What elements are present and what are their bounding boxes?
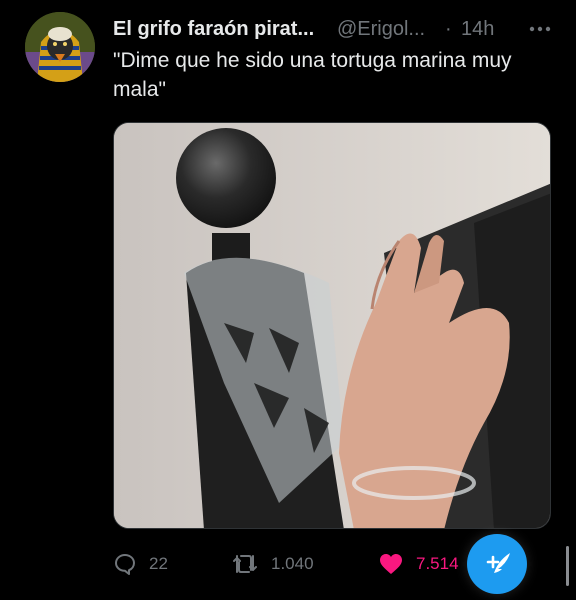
tweet-text: "Dime que he sido una tortuga marina muy… [113,49,512,101]
retweet-icon [231,552,259,576]
scrollbar[interactable] [566,546,569,586]
tweet-media[interactable] [113,122,551,529]
avatar[interactable] [25,12,95,82]
tweet-header: El grifo faraón pirat... @Erigol... · 14… [113,14,563,44]
retweet-count: 1.040 [271,554,314,573]
reply-button[interactable]: 22 [113,548,168,580]
like-count: 7.514 [416,554,459,573]
tweet-time[interactable]: 14h [461,14,494,44]
retweet-button[interactable]: 1.040 [231,548,314,580]
separator-dot: · [445,18,452,40]
display-name[interactable]: El grifo faraón pirat... [113,14,314,44]
user-handle[interactable]: @Erigol... [337,14,425,44]
media-photo [114,123,550,528]
more-dots-icon[interactable] [525,14,555,44]
like-button[interactable]: 7.514 [378,548,459,580]
heart-icon [378,552,404,576]
reply-count: 22 [149,554,168,573]
reply-icon [113,552,137,576]
compose-tweet-button[interactable] [467,534,527,594]
compose-tweet-icon [480,545,514,584]
pharaoh-avatar-image [25,12,95,82]
